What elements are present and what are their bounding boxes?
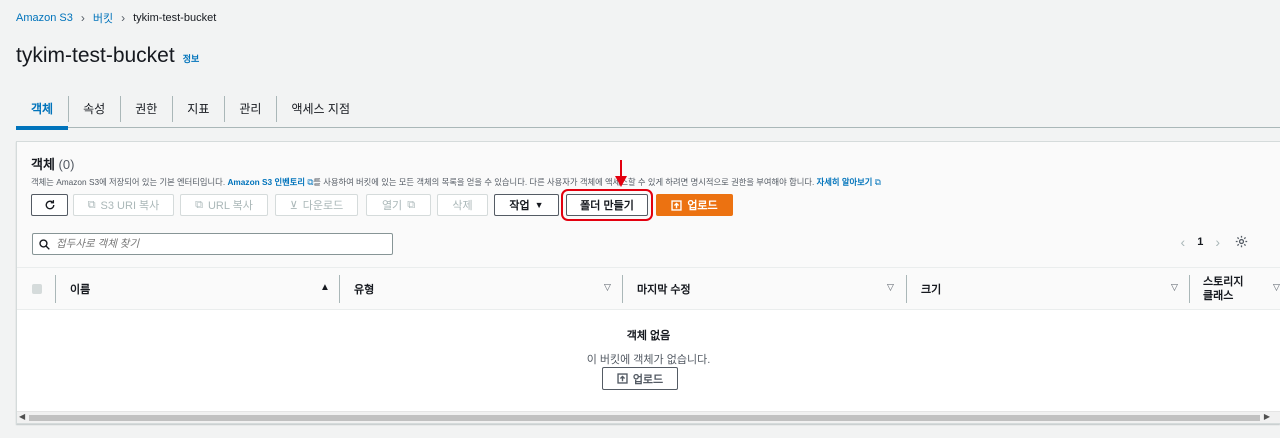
page-title: tykim-test-bucket — [16, 44, 175, 67]
tab-objects[interactable]: 객체 — [16, 90, 69, 130]
scroll-left-icon[interactable]: ◀ — [19, 412, 25, 421]
tab-metrics[interactable]: 지표 — [172, 90, 224, 128]
copy-icon: ⧉ — [195, 198, 203, 211]
tab-permissions[interactable]: 권한 — [120, 90, 172, 128]
pagination: ‹ 1 › — [1181, 234, 1220, 250]
scrollbar-thumb[interactable] — [29, 415, 1260, 421]
panel-title-text: 객체 — [31, 157, 55, 172]
column-header-size[interactable]: 크기 — [921, 268, 941, 310]
download-icon: ⊻ — [289, 199, 298, 212]
description-text: 를 사용하여 버킷에 있는 모든 객체의 목록을 얻을 수 있습니다. 다른 사… — [313, 177, 817, 187]
delete-label: 삭제 — [452, 200, 473, 212]
column-divider — [339, 275, 340, 303]
copy-url-button[interactable]: ⧉ URL 복사 — [180, 194, 268, 216]
upload-icon — [671, 199, 682, 211]
chevron-left-icon[interactable]: ‹ — [1181, 234, 1186, 250]
empty-state-upload-label: 업로드 — [632, 373, 664, 386]
upload-icon — [617, 373, 628, 384]
column-header-name[interactable]: 이름 — [70, 268, 90, 310]
sort-icon[interactable]: ▽ — [1171, 282, 1178, 293]
column-divider — [906, 275, 907, 303]
download-button[interactable]: ⊻ 다운로드 — [275, 194, 358, 216]
select-all-checkbox[interactable] — [32, 284, 42, 294]
table-header: 이름 ▲ 유형 ▽ 마지막 수정 ▽ 크기 ▽ 스토리지 클래스 ▽ — [17, 268, 1280, 310]
learn-more-link[interactable]: 자세히 알아보기 — [817, 177, 873, 187]
upload-label: 업로드 — [687, 200, 718, 212]
empty-state-title: 객체 없음 — [626, 330, 671, 342]
actions-dropdown[interactable]: 작업 ▼ — [494, 194, 559, 216]
search-input[interactable] — [56, 238, 376, 250]
sort-icon[interactable]: ▽ — [1273, 282, 1280, 293]
open-label: 열기 — [381, 200, 403, 212]
upload-button[interactable]: 업로드 — [656, 194, 733, 216]
search-icon — [39, 238, 50, 250]
search-box[interactable] — [32, 233, 393, 255]
empty-state-message: 이 버킷에 객체가 없습니다. — [586, 354, 711, 366]
info-link[interactable]: 정보 — [183, 52, 200, 65]
page-header: tykim-test-bucket 정보 — [16, 44, 199, 68]
external-link-icon: ⧉ — [407, 198, 416, 211]
tab-management[interactable]: 관리 — [224, 90, 276, 128]
column-divider — [622, 275, 623, 303]
actions-label: 작업 — [509, 200, 530, 212]
column-divider — [1189, 275, 1190, 303]
empty-state: 객체 없음 이 버킷에 객체가 없습니다. — [17, 327, 1280, 367]
description-text: 객체는 Amazon S3에 저장되어 있는 기본 엔터티입니다. — [31, 177, 228, 187]
refresh-button[interactable] — [31, 194, 68, 216]
breadcrumb: Amazon S3 › 버킷 › tykim-test-bucket — [16, 10, 216, 26]
sort-icon[interactable]: ▽ — [604, 282, 611, 293]
annotation-arrow-icon — [615, 160, 627, 187]
tab-bar: 객체 속성 권한 지표 관리 액세스 지점 — [16, 90, 1280, 130]
delete-button[interactable]: 삭제 — [437, 194, 488, 216]
copy-icon: ⧉ — [87, 198, 96, 211]
gear-icon[interactable] — [1235, 235, 1248, 248]
panel-title: 객체 (0) — [31, 154, 74, 173]
copy-s3-uri-button[interactable]: ⧉ S3 URI 복사 — [73, 194, 174, 216]
breadcrumb-s3-link[interactable]: Amazon S3 — [16, 12, 73, 24]
refresh-icon — [45, 200, 54, 210]
copy-s3-uri-label: S3 URI 복사 — [100, 200, 160, 212]
scroll-right-icon[interactable]: ▶ — [1264, 412, 1270, 421]
column-header-last-modified[interactable]: 마지막 수정 — [637, 268, 691, 310]
empty-state-upload-button[interactable]: 업로드 — [602, 367, 678, 390]
column-divider — [55, 275, 56, 303]
column-header-storage-class[interactable]: 스토리지 클래스 — [1203, 268, 1251, 310]
panel-description: 객체는 Amazon S3에 저장되어 있는 기본 엔터티입니다. Amazon… — [31, 176, 881, 188]
current-page[interactable]: 1 — [1197, 236, 1203, 248]
sort-ascending-icon[interactable]: ▲ — [320, 282, 330, 293]
horizontal-scrollbar[interactable]: ◀ ▶ — [17, 411, 1280, 423]
breadcrumb-separator: › — [80, 11, 85, 25]
object-count: (0) — [58, 157, 75, 172]
download-label: 다운로드 — [302, 200, 344, 212]
tab-access-points[interactable]: 액세스 지점 — [276, 90, 365, 128]
tab-properties[interactable]: 속성 — [68, 90, 120, 128]
breadcrumb-buckets-link[interactable]: 버킷 — [93, 10, 113, 26]
inventory-link[interactable]: Amazon S3 인벤토리 — [227, 177, 305, 187]
sort-icon[interactable]: ▽ — [887, 282, 894, 293]
objects-panel: 객체 (0) 객체는 Amazon S3에 저장되어 있는 기본 엔터티입니다.… — [16, 141, 1280, 424]
copy-url-label: URL 복사 — [207, 200, 253, 212]
breadcrumb-current: tykim-test-bucket — [133, 12, 217, 24]
create-folder-button[interactable]: 폴더 만들기 — [561, 189, 653, 221]
external-link-icon: ⧉ — [874, 177, 881, 187]
column-header-type[interactable]: 유형 — [354, 268, 374, 310]
breadcrumb-separator: › — [121, 11, 126, 25]
create-folder-label: 폴더 만들기 — [580, 200, 634, 212]
objects-panel-header: 객체 (0) 객체는 Amazon S3에 저장되어 있는 기본 엔터티입니다.… — [17, 142, 1280, 268]
chevron-right-icon[interactable]: › — [1215, 234, 1220, 250]
open-button[interactable]: 열기 ⧉ — [366, 194, 431, 216]
caret-down-icon: ▼ — [534, 200, 544, 210]
